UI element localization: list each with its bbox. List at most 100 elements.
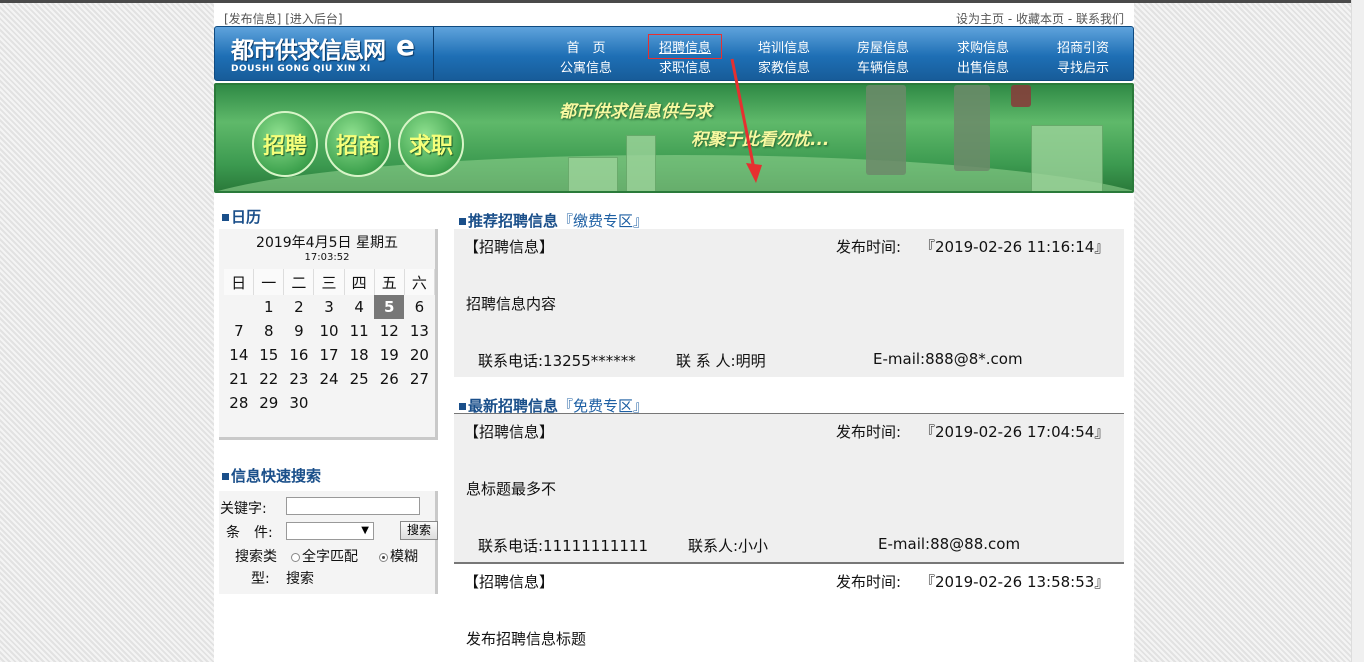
calendar-day [404,391,434,415]
calendar-day[interactable]: 2 [284,295,314,319]
calendar-day[interactable]: 6 [404,295,434,319]
contact-person: 联系人:小小 [688,537,769,555]
calendar-widget: 2019年4月5日 星期五 17:03:52 日 一 二 三 四 五 六 1 2 [219,229,438,440]
publish-info-link[interactable]: [发布信息] [224,12,281,26]
calendar-day[interactable]: 24 [314,367,344,391]
calendar-day[interactable]: 12 [374,319,404,343]
site-logo[interactable]: 都市供求信息网 e DOUSHI GONG QIU XIN XI [215,27,434,80]
calendar-day[interactable]: 27 [404,367,434,391]
publish-time-label: 发布时间: [836,423,902,441]
job-category-tag: 【招聘信息】 [464,573,555,591]
latest-job-item: 【招聘信息】 发布时间: 『2019-02-26 13:58:53』 发布招聘信… [454,564,1124,662]
job-seek-circle-button[interactable]: 求职 [398,111,464,177]
square-bullet-icon [459,218,466,225]
calendar-day[interactable]: 16 [284,343,314,367]
calendar-day[interactable]: 10 [314,319,344,343]
radio-icon[interactable] [291,552,300,562]
vertical-scrollbar[interactable] [1351,0,1364,662]
calendar-day [374,391,404,415]
publish-time: 『2019-02-26 13:58:53』 [920,573,1110,591]
calendar-day[interactable]: 7 [224,319,254,343]
link-separator: - [1004,12,1016,26]
calendar-day[interactable]: 28 [224,391,254,415]
nav-training[interactable]: 培训信息 [758,37,810,56]
contact-person: 联 系 人:明明 [676,352,766,370]
contact-phone: 联系电话:11111111111 [478,537,649,555]
calendar-day[interactable]: 29 [254,391,284,415]
publish-time: 『2019-02-26 17:04:54』 [920,423,1110,441]
calendar-day[interactable]: 19 [374,343,404,367]
calendar-day[interactable]: 13 [404,319,434,343]
calendar-day[interactable]: 17 [314,343,344,367]
square-bullet-icon [459,403,466,410]
bookmark-link[interactable]: 收藏本页 [1016,12,1064,26]
logo-subtitle: DOUSHI GONG QIU XIN XI [231,64,371,74]
weekday-label: 日 [224,269,255,295]
fuzzy-match-option[interactable]: 模糊 [379,546,418,566]
nav-home[interactable]: 首 页 [566,37,605,56]
investment-circle-button[interactable]: 招商 [325,111,391,177]
calendar-day[interactable]: 26 [374,367,404,391]
radio-selected-icon[interactable] [379,552,388,562]
calendar-day[interactable]: 9 [284,319,314,343]
fuzzy-match-label: 模糊 [390,549,418,565]
nav-vehicles[interactable]: 车辆信息 [857,57,909,76]
nav-tutoring[interactable]: 家教信息 [758,57,810,76]
calendar-day[interactable]: 30 [284,391,314,415]
search-button[interactable]: 搜索 [400,521,438,540]
weekday-label: 六 [404,269,436,295]
job-title-link[interactable]: 招聘信息内容 [466,293,556,314]
calendar-day[interactable]: 23 [284,367,314,391]
exact-match-option[interactable]: 全字匹配 [291,546,358,566]
banner-figure [866,85,906,175]
contact-us-link[interactable]: 联系我们 [1076,12,1124,26]
nav-lost-found[interactable]: 寻找启示 [1057,57,1109,76]
calendar-day[interactable]: 20 [404,343,434,367]
nav-investment[interactable]: 招商引资 [1057,37,1109,56]
calendar-title-text: 日历 [231,208,262,226]
calendar-day-today[interactable]: 5 [374,295,405,319]
keyword-input[interactable] [286,497,420,515]
condition-label: 条 件: [226,525,273,541]
calendar-day[interactable]: 18 [344,343,374,367]
calendar-week-row: 28 29 30 [224,391,435,415]
job-category-tag: 【招聘信息】 [464,423,555,441]
paid-zone-tag[interactable]: 『缴费专区』 [558,212,648,230]
contact-email: E-mail:888@8*.com [873,350,1023,368]
banner-slogan-1: 都市供求信息供与求 [559,102,712,122]
calendar-day[interactable]: 8 [254,319,284,343]
calendar-day [314,391,344,415]
calendar-day[interactable]: 3 [314,295,344,319]
calendar-day[interactable]: 15 [254,343,284,367]
calendar-day[interactable]: 21 [224,367,254,391]
condition-select[interactable]: ▼ [286,522,374,540]
calendar-day[interactable]: 11 [344,319,374,343]
publish-time-label: 发布时间: [836,238,902,256]
calendar-day[interactable]: 4 [344,295,374,319]
nav-housing[interactable]: 房屋信息 [857,37,909,56]
calendar-day[interactable]: 22 [254,367,284,391]
calendar-day[interactable]: 14 [224,343,254,367]
nav-job-seeking[interactable]: 求职信息 [659,57,711,76]
banner-building [626,135,656,191]
calendar-grid: 日 一 二 三 四 五 六 1 2 3 4 5 6 7 8 9 10 11 12… [224,269,436,415]
quick-search-panel: 关键字: 条 件: ▼ 搜索 搜索类 全字匹配 模糊 型: 搜索 [219,491,438,594]
recruit-circle-button[interactable]: 招聘 [252,111,318,177]
weekday-label: 三 [313,269,345,295]
main-navbar: 都市供求信息网 e DOUSHI GONG QIU XIN XI 首 页 招聘信… [214,26,1134,81]
nav-purchase[interactable]: 求购信息 [957,37,1009,56]
nav-for-sale[interactable]: 出售信息 [957,57,1009,76]
calendar-day[interactable]: 25 [344,367,374,391]
set-homepage-link[interactable]: 设为主页 [956,12,1004,26]
enter-admin-link[interactable]: [进入后台] [285,12,342,26]
calendar-day[interactable]: 1 [254,295,284,319]
nav-recruitment[interactable]: 招聘信息 [647,34,723,59]
red-arrow-icon [730,58,762,183]
banner-figure [954,85,990,171]
nav-apartment[interactable]: 公寓信息 [560,57,612,76]
calendar-date: 2019年4月5日 星期五 [256,235,398,251]
weekday-label: 五 [374,269,405,295]
job-title-link[interactable]: 息标题最多不 [466,478,556,499]
job-title-link[interactable]: 发布招聘信息标题 [466,628,586,649]
search-type-label: 搜索类 [235,549,277,565]
